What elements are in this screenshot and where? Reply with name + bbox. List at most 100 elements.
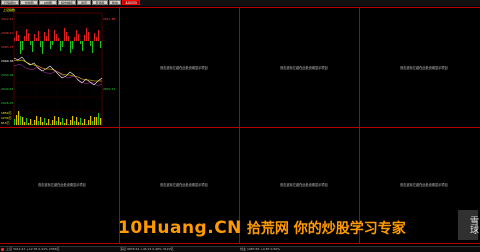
- panel-placeholder-text: 双击鼠标左键在此处设置显示项目: [280, 183, 328, 187]
- indicator-bar: [54, 30, 56, 41]
- price-label-6: 2926.25: [1, 101, 14, 105]
- volume-bar: [92, 121, 94, 125]
- price-label-4: 2954.99: [1, 73, 14, 77]
- indicator-bar: [38, 31, 40, 41]
- tab-quotes[interactable]: 行情报价: [1, 0, 19, 5]
- volume-bar: [32, 124, 34, 125]
- price-label-1: 2998.10: [1, 31, 14, 35]
- panel-placeholder-text: 双击鼠标左键在此处设置显示项目: [400, 183, 448, 187]
- indicator-bar: [14, 38, 16, 41]
- intraday-chart-panel[interactable]: 上证指数 3012.47 2998.10 2983.73 2969.36 295…: [0, 8, 119, 127]
- panel-4[interactable]: 双击鼠标左键在此处设置显示项目: [360, 8, 480, 127]
- pct-label-1: 2897.51: [103, 87, 116, 91]
- panel-placeholder-text: 双击鼠标左键在此处设置显示项目: [160, 183, 208, 187]
- toolbar: 行情报价 分时图 K线图 综合排名 资讯 自选股 板块 多股同列: [0, 0, 480, 6]
- indicator-bar: [66, 32, 68, 41]
- volume-bar: [64, 123, 66, 125]
- indicator-bar: [96, 37, 98, 41]
- volume-bar: [22, 117, 24, 125]
- panel-2[interactable]: 双击鼠标左键在此处设置显示项目: [120, 8, 239, 127]
- indicator-bar: [86, 28, 88, 41]
- tab-kline[interactable]: K线图: [39, 0, 57, 5]
- volume-bar: [78, 122, 80, 125]
- indicator-bar: [28, 33, 30, 41]
- panel-placeholder-text: 双击鼠标左键在此处设置显示项目: [160, 66, 208, 70]
- volume-bar: [96, 117, 98, 125]
- tab-news[interactable]: 资讯: [77, 0, 91, 5]
- indicator-bar: [74, 37, 76, 41]
- tab-watchlist[interactable]: 自选股: [92, 0, 108, 5]
- volume-bar: [82, 123, 84, 125]
- panel-placeholder-text: 双击鼠标左键在此处设置显示项目: [400, 66, 448, 70]
- indicator-bar: [26, 29, 28, 41]
- price-label-0: 3012.47: [1, 17, 14, 21]
- volume-bar: [94, 117, 96, 125]
- volume-bar: [88, 120, 90, 125]
- volume-label-1: 1230万: [1, 116, 12, 120]
- indicator-bar: [32, 41, 34, 52]
- watermark-banner: 10Huang.CN 拾荒网 你的炒股学习专家: [118, 218, 468, 240]
- indicator-bar: [34, 34, 36, 41]
- volume-bar: [68, 124, 70, 125]
- volume-bar: [26, 118, 28, 125]
- volume-bar: [66, 119, 68, 125]
- volume-bar: [90, 116, 92, 125]
- volume-bar: [100, 118, 102, 125]
- volume-bar: [50, 124, 52, 125]
- volume-bar: [40, 117, 42, 125]
- panel-5[interactable]: 双击鼠标左键在此处设置显示项目: [0, 128, 119, 243]
- volume-bar: [20, 116, 22, 125]
- indicator-bar: [100, 41, 102, 48]
- status-sz-index[interactable]: 深证 9876.54 +45.21 0.46% 3120亿: [120, 247, 174, 252]
- volume-bar: [76, 117, 78, 125]
- tab-ranking[interactable]: 综合排名: [58, 0, 76, 5]
- indicator-bar: [52, 41, 54, 45]
- price-label-2: 2983.73: [1, 45, 14, 49]
- indicator-bar: [70, 41, 72, 53]
- volume-bar: [60, 122, 62, 125]
- indicator-bar: [42, 41, 44, 54]
- indicator-bar: [50, 41, 52, 49]
- indicator-bar: [60, 41, 62, 51]
- panel-3[interactable]: 双击鼠标左键在此处设置显示项目: [240, 8, 359, 127]
- volume-bar: [52, 120, 54, 125]
- indicator-bar: [90, 41, 92, 46]
- indicator-bar: [46, 36, 48, 41]
- panel-placeholder-text: 双击鼠标左键在此处设置显示项目: [38, 183, 86, 187]
- volume-bar: [18, 111, 20, 125]
- indicator-bar: [48, 29, 50, 41]
- volume-bar: [30, 119, 32, 125]
- volume-bar: [70, 120, 72, 125]
- volume-bar: [58, 117, 60, 125]
- volume-bar: [46, 123, 48, 125]
- volume-bar: [16, 115, 18, 125]
- status-sh-index[interactable]: 上证 3012.47 +12.35 0.41% 2356亿: [6, 247, 60, 252]
- tab-intraday[interactable]: 分时图: [20, 0, 38, 5]
- tab-multi-stock[interactable]: 多股同列: [122, 0, 140, 5]
- volume-label-0: 1850万: [1, 111, 12, 115]
- volume-bar: [72, 116, 74, 125]
- tab-sectors[interactable]: 板块: [109, 0, 121, 5]
- indicator-bar: [84, 35, 86, 41]
- indicator-bar: [18, 35, 20, 41]
- indicator-bar: [40, 41, 42, 47]
- volume-bar: [80, 118, 82, 125]
- banner-brand: 10Huang.CN: [118, 218, 242, 238]
- volume-bar: [56, 121, 58, 125]
- indicator-bar: [98, 30, 100, 41]
- intraday-chart: [13, 12, 103, 126]
- grid-divider-bottom: [0, 243, 480, 244]
- status-dot-icon: [1, 248, 4, 251]
- indicator-bar: [78, 34, 80, 41]
- pct-label-0: 2911.88: [103, 17, 116, 21]
- indicator-bar: [36, 38, 38, 41]
- indicator-bar: [44, 32, 46, 41]
- price-label-3: 2969.36: [1, 59, 14, 63]
- volume-bar: [42, 122, 44, 125]
- volume-bar: [48, 119, 50, 125]
- indicator-bar: [80, 41, 82, 44]
- indicator-bar: [16, 31, 18, 41]
- status-cy-index[interactable]: 创业 1987.65 +9.87 0.50%: [240, 247, 280, 252]
- volume-bar: [74, 121, 76, 125]
- volume-bar: [86, 124, 88, 125]
